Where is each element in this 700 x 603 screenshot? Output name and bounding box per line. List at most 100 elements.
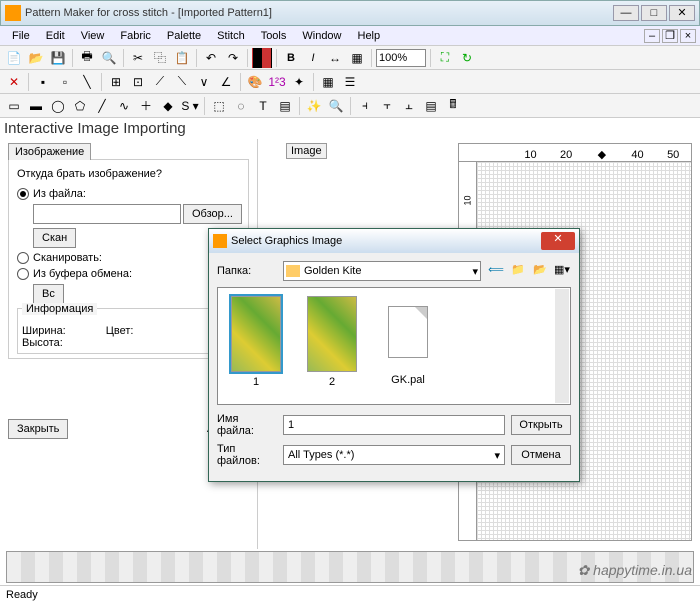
tool-e[interactable]: ⊡ (128, 72, 148, 92)
book-icon[interactable]: ▤ (275, 96, 295, 116)
color-swatch[interactable] (252, 48, 272, 68)
dialog-title: Select Graphics Image (231, 235, 342, 247)
menu-view[interactable]: View (73, 28, 113, 44)
sparkle-icon[interactable]: ✦ (289, 72, 309, 92)
open-icon[interactable]: 📂 (26, 48, 46, 68)
view-icon[interactable]: ▦▾ (553, 263, 571, 279)
shape-curve-icon[interactable]: ∿ (114, 96, 134, 116)
shape-fill-icon[interactable]: ▬ (26, 96, 46, 116)
folder-label: Папка: (217, 265, 277, 277)
menu-fabric[interactable]: Fabric (112, 28, 159, 44)
props-icon[interactable]: ▤ (421, 96, 441, 116)
tool-a[interactable]: ▪ (33, 72, 53, 92)
bold-icon[interactable]: B (281, 48, 301, 68)
radio-scan[interactable] (17, 252, 29, 264)
menu-edit[interactable]: Edit (38, 28, 73, 44)
source-question: Откуда брать изображение? (17, 168, 240, 180)
tool-c[interactable]: ╲ (77, 72, 97, 92)
back-icon[interactable]: ⟸ (487, 263, 505, 279)
count-icon[interactable]: 1²3 (267, 72, 287, 92)
close-panel-button[interactable]: Закрыть (8, 419, 68, 439)
menu-stitch[interactable]: Stitch (209, 28, 253, 44)
shape-s-icon[interactable]: S ▾ (180, 96, 200, 116)
cut-icon[interactable]: ✂ (128, 48, 148, 68)
mdi-minimize[interactable]: – (644, 29, 660, 43)
new-folder-icon[interactable]: 📂 (531, 263, 549, 279)
mdi-close[interactable]: × (680, 29, 696, 43)
scan-button[interactable]: Скан (33, 228, 76, 248)
mdi-restore[interactable]: ❐ (662, 29, 678, 43)
browse-button[interactable]: Обзор... (183, 204, 242, 224)
wand-icon[interactable]: ✨ (304, 96, 324, 116)
tool-g[interactable]: ⟍ (172, 72, 192, 92)
zoom-combo[interactable] (376, 49, 426, 67)
file-item-1[interactable]: 1 (226, 296, 286, 396)
dialog-icon (213, 234, 227, 248)
file-item-2[interactable]: 2 (302, 296, 362, 396)
dialog-close-button[interactable]: ✕ (541, 232, 575, 250)
menu-tools[interactable]: Tools (253, 28, 295, 44)
align-c[interactable]: ⫠ (399, 96, 419, 116)
file-item-3[interactable]: GK.pal (378, 296, 438, 396)
redo-icon[interactable]: ↷ (223, 48, 243, 68)
toolbar-2: ✕ ▪ ▫ ╲ ⊞ ⊡ ⟋ ⟍ ∨ ∠ 🎨 1²3 ✦ ▦ ☰ (0, 70, 700, 94)
preview-icon[interactable]: 🔍 (99, 48, 119, 68)
refresh-icon[interactable]: ↻ (457, 48, 477, 68)
menu-help[interactable]: Help (350, 28, 389, 44)
shape-line-icon[interactable]: ╱ (92, 96, 112, 116)
filename-input[interactable] (283, 415, 505, 435)
sel-ellipse-icon[interactable]: ◌ (231, 96, 251, 116)
text-icon[interactable]: T (253, 96, 273, 116)
layer-icon[interactable]: ☰ (340, 72, 360, 92)
zoom-icon[interactable]: 🔍 (326, 96, 346, 116)
open-button[interactable]: Открыть (511, 415, 571, 435)
panel-title: Interactive Image Importing (0, 118, 700, 139)
tool-d[interactable]: ⊞ (106, 72, 126, 92)
menubar: File Edit View Fabric Palette Stitch Too… (0, 26, 700, 46)
tab-image[interactable]: Изображение (8, 143, 91, 160)
tool-h[interactable]: ∨ (194, 72, 214, 92)
delete-icon[interactable]: ✕ (4, 72, 24, 92)
calc-icon[interactable]: 🖩 (443, 96, 463, 116)
up-icon[interactable]: 📁 (509, 263, 527, 279)
undo-icon[interactable]: ↶ (201, 48, 221, 68)
radio-clipboard[interactable] (17, 268, 29, 280)
sel-rect-icon[interactable]: ⬚ (209, 96, 229, 116)
radio-file[interactable] (17, 188, 29, 200)
file-path-input[interactable] (33, 204, 181, 224)
menu-file[interactable]: File (4, 28, 38, 44)
shape-poly-icon[interactable]: ⬠ (70, 96, 90, 116)
minimize-button[interactable]: — (613, 5, 639, 21)
folder-icon (286, 265, 300, 277)
menu-palette[interactable]: Palette (159, 28, 209, 44)
shape-plus-icon[interactable]: ＋ (136, 96, 156, 116)
folder-combo[interactable]: Golden Kite ▾ (283, 261, 481, 281)
filetype-combo[interactable]: All Types (*.*)▾ (283, 445, 505, 465)
close-button[interactable]: ✕ (669, 5, 695, 21)
file-list[interactable]: 1 2 GK.pal (217, 287, 571, 405)
shape-diamond-icon[interactable]: ◆ (158, 96, 178, 116)
copy-icon[interactable]: ⿻ (150, 48, 170, 68)
save-icon[interactable]: 💾 (48, 48, 68, 68)
shape-rect-icon[interactable]: ▭ (4, 96, 24, 116)
tool-b[interactable]: ▫ (55, 72, 75, 92)
cancel-button[interactable]: Отмена (511, 445, 571, 465)
menu-window[interactable]: Window (294, 28, 349, 44)
print-icon[interactable]: 🖶 (77, 48, 97, 68)
fit-icon[interactable]: ⛶ (435, 48, 455, 68)
new-icon[interactable]: 📄 (4, 48, 24, 68)
line-icon[interactable]: ↔ (325, 48, 345, 68)
italic-icon[interactable]: I (303, 48, 323, 68)
align-b[interactable]: ⫟ (377, 96, 397, 116)
maximize-button[interactable]: □ (641, 5, 667, 21)
shape-ellipse-icon[interactable]: ◯ (48, 96, 68, 116)
file-scrollbar[interactable] (555, 289, 569, 403)
paste-button[interactable]: Вс (33, 284, 64, 304)
tool-i[interactable]: ∠ (216, 72, 236, 92)
tool-f[interactable]: ⟋ (150, 72, 170, 92)
align-a[interactable]: ⫞ (355, 96, 375, 116)
paste-icon[interactable]: 📋 (172, 48, 192, 68)
palette-icon[interactable]: 🎨 (245, 72, 265, 92)
grid-icon[interactable]: ▦ (318, 72, 338, 92)
grid-size-icon[interactable]: ▦ (347, 48, 367, 68)
